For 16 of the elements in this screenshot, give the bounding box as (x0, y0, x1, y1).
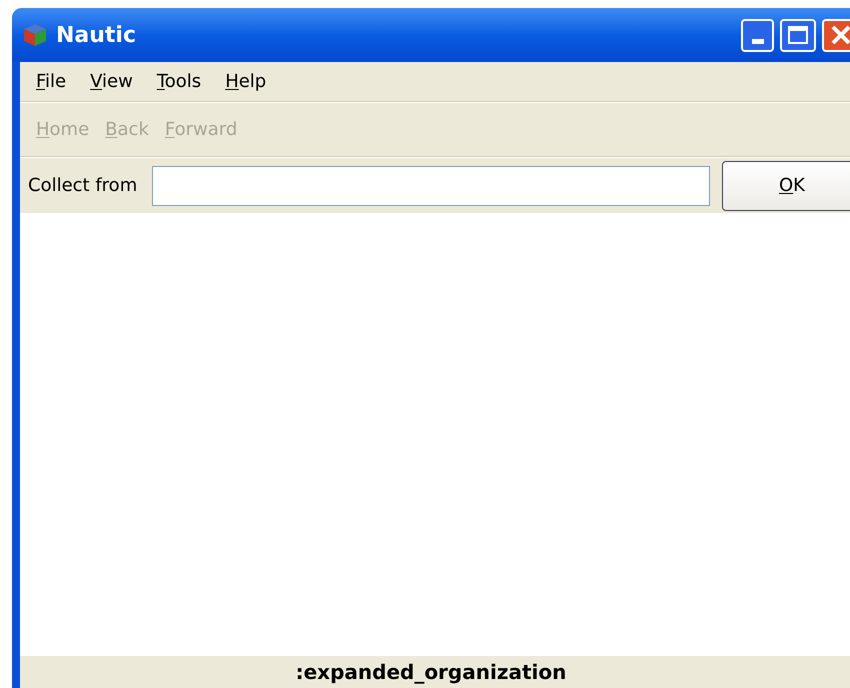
collect-from-field[interactable] (152, 166, 710, 206)
menu-item[interactable]: File (36, 68, 66, 95)
cube-icon (22, 22, 48, 48)
collect-from-label: Collect from (28, 174, 138, 198)
maximize-icon (788, 26, 808, 44)
status-text: :expanded_organization (296, 659, 566, 686)
maximize-button[interactable] (780, 18, 816, 52)
menu-item[interactable]: Help (225, 68, 266, 95)
close-button[interactable] (822, 18, 850, 52)
menu-item[interactable]: View (90, 68, 133, 95)
ok-button[interactable]: OK (722, 160, 850, 210)
window-title: Nautic (56, 22, 136, 50)
close-icon (830, 24, 850, 46)
minimize-icon (752, 38, 764, 44)
menu-item[interactable]: Tools (156, 68, 202, 95)
minimize-button[interactable] (741, 18, 774, 52)
